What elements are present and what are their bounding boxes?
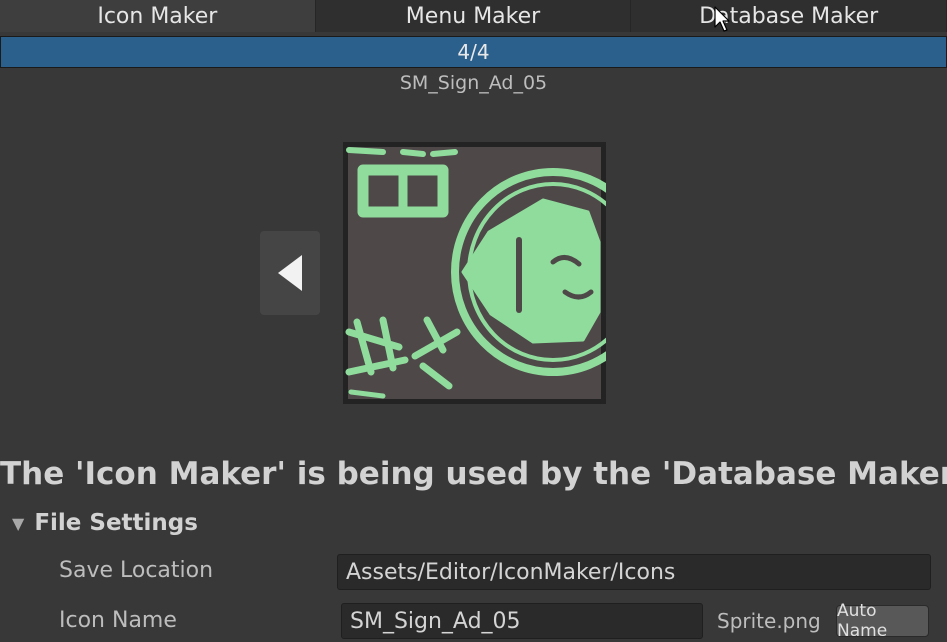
previous-button[interactable] [260,231,320,315]
file-settings-foldout[interactable]: ▼ File Settings [12,510,198,536]
triangle-down-icon: ▼ [12,513,25,533]
icon-file-suffix: Sprite.png [717,609,821,633]
tab-menu-maker[interactable]: Menu Maker [315,0,632,32]
tab-database-maker[interactable]: Database Maker [631,0,947,32]
mouse-cursor-icon [714,6,730,32]
tab-bar: Icon Maker Menu Maker Database Maker [0,0,947,32]
triangle-left-icon [278,255,302,291]
icon-preview [343,142,606,404]
tab-icon-maker[interactable]: Icon Maker [0,0,316,32]
icon-name-label: Icon Name [59,608,177,633]
save-location-field[interactable]: Assets/Editor/IconMaker/Icons [337,554,931,590]
asset-name-label: SM_Sign_Ad_05 [399,72,548,94]
icon-name-field[interactable]: SM_Sign_Ad_05 [341,603,703,639]
file-settings-title: File Settings [34,510,198,536]
save-location-label: Save Location [59,558,214,583]
usage-notice: The 'Icon Maker' is being used by the 'D… [0,456,947,492]
progress-bar: 4/4 [0,36,947,68]
sign-ad-preview-image [345,147,606,399]
progress-text: 4/4 [457,40,490,64]
auto-name-button[interactable]: Auto Name [836,601,929,641]
